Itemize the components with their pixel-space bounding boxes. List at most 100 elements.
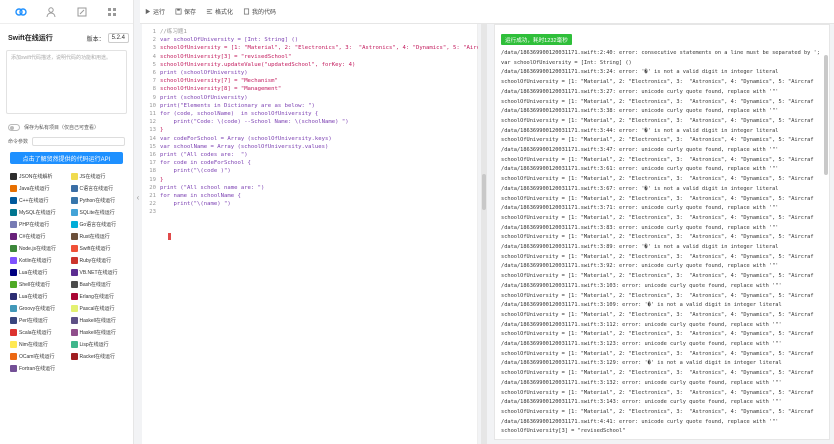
- language-link[interactable]: VB.NET在线运行: [70, 266, 128, 278]
- language-icon: [70, 316, 78, 324]
- output-line: schoolOfUniversity[3] = "revisedSchool": [501, 428, 626, 435]
- description-input[interactable]: 添加swift代码描述，说明代码的功能和用途。: [6, 50, 127, 114]
- language-link[interactable]: Haskell在线运行: [70, 314, 128, 326]
- version-selector[interactable]: 版本： 5.2.4: [87, 33, 129, 43]
- my-code-button[interactable]: 我的代码: [243, 7, 276, 16]
- editor-toolbar: 运行 保存 格式化 我的代码: [140, 0, 834, 24]
- code-line[interactable]: 4 schoolOfUniversity[3] = "revisedSchool": [142, 53, 478, 61]
- code-line[interactable]: 2 var schoolOfUniversity = [Int: String] …: [142, 36, 478, 44]
- code-line[interactable]: 7 schoolOfUniversity[7] = "Mechanism": [142, 77, 478, 85]
- language-link[interactable]: Kotlin在线运行: [10, 254, 67, 266]
- api-info-button[interactable]: 点击了解贸然提供的代码运行API: [10, 152, 123, 164]
- language-label: PHP在线运行: [19, 221, 50, 228]
- language-link[interactable]: Scala在线运行: [10, 326, 67, 338]
- code-line[interactable]: 21 for name in schoolName {: [142, 192, 478, 200]
- language-link[interactable]: Lisp在线运行: [70, 338, 128, 350]
- code-line[interactable]: 6 print (schoolOfUniversity): [142, 69, 478, 77]
- code-line[interactable]: 12 print("Code: \(code) --School Name: \…: [142, 118, 478, 126]
- language-link[interactable]: Groovy在线运行: [10, 302, 67, 314]
- version-value[interactable]: 5.2.4: [107, 33, 129, 43]
- line-number: 14: [149, 135, 156, 142]
- output-line: schoolOfUniversity = [1: "Material", 2: …: [501, 234, 814, 241]
- language-link[interactable]: Go语言在线运行: [70, 218, 128, 230]
- pane-divider[interactable]: [481, 24, 487, 444]
- language-link[interactable]: MySQL在线运行: [10, 206, 67, 218]
- language-link[interactable]: PHP在线运行: [10, 218, 67, 230]
- language-link[interactable]: Node.js在线运行: [10, 242, 67, 254]
- language-link[interactable]: Java在线运行: [10, 182, 67, 194]
- code-line[interactable]: 18 print("\(code )"): [142, 167, 478, 175]
- output-line: /data/186369900120031171.swift:3:38: err…: [501, 108, 779, 115]
- language-link[interactable]: Bash在线运行: [70, 278, 128, 290]
- logo-icon[interactable]: [15, 6, 27, 18]
- command-args-input[interactable]: [32, 136, 125, 146]
- language-icon: [10, 352, 17, 360]
- language-link[interactable]: SQLite在线运行: [70, 206, 128, 218]
- output-line: /data/186369900120031171.swift:3:89: err…: [501, 244, 779, 250]
- command-args-row: 命令参数: [0, 132, 133, 146]
- language-link[interactable]: C++在线运行: [10, 194, 67, 206]
- language-link[interactable]: Haskell在线运行: [70, 326, 128, 338]
- language-link[interactable]: OCaml在线运行: [10, 350, 67, 362]
- code-line[interactable]: 15 var schoolName = Array (schoolOfUniver…: [142, 143, 478, 151]
- language-link[interactable]: Lua在线运行: [10, 290, 67, 302]
- divider-grip[interactable]: [482, 174, 486, 210]
- language-link[interactable]: Lua在线运行: [10, 266, 67, 278]
- sidebar-title-row: Swift在线运行 版本： 5.2.4: [0, 24, 133, 46]
- language-icon: [70, 244, 78, 252]
- output-line: /data/186369900120031171.swift:3:44: err…: [501, 127, 779, 134]
- language-link[interactable]: Shell在线运行: [10, 278, 67, 290]
- code-line[interactable]: 11 for (code, schoolName) in schoolOfUniv…: [142, 110, 478, 118]
- save-button[interactable]: 保存: [175, 7, 196, 16]
- language-link[interactable]: Fortran在线运行: [10, 362, 67, 374]
- language-label: Shell在线运行: [19, 281, 51, 288]
- code-line[interactable]: 5 schoolOfUniversity.updateValue("updated…: [142, 61, 478, 69]
- code-line[interactable]: 3 schoolOfUniversity = [1: "Material", 2:…: [142, 44, 478, 52]
- language-link[interactable]: JS在线运行: [70, 170, 128, 182]
- line-number: 4: [152, 53, 156, 60]
- code-line[interactable]: 23: [142, 208, 478, 216]
- grid-icon[interactable]: [106, 6, 118, 18]
- language-link[interactable]: Swift在线运行: [70, 242, 128, 254]
- code-line[interactable]: 9 print (schoolOfUniversity): [142, 94, 478, 102]
- language-link[interactable]: Erlang在线运行: [70, 290, 128, 302]
- language-link[interactable]: Pascal在线运行: [70, 302, 128, 314]
- language-link[interactable]: C语言在线运行: [70, 182, 128, 194]
- code-line[interactable]: 14 var codeForSchool = Array (schoolOfUni…: [142, 135, 478, 143]
- run-status-badge: 运行成功，耗时1232毫秒: [501, 34, 572, 45]
- private-toggle[interactable]: [8, 123, 20, 131]
- code-line[interactable]: 19}: [142, 176, 478, 184]
- language-link[interactable]: JSON在线解析: [10, 170, 67, 182]
- language-label: C语言在线运行: [79, 185, 114, 192]
- output-line: schoolOfUniversity = [1: "Material", 2: …: [501, 408, 814, 415]
- run-label: 运行: [153, 10, 166, 16]
- code-editor[interactable]: 1 //练习题1 2 var schoolOfUniversity = [Int: S…: [142, 24, 478, 444]
- language-link[interactable]: C#在线运行: [10, 230, 67, 242]
- edit-icon[interactable]: [76, 6, 88, 18]
- code-line[interactable]: 17 for code in codeForSchool {: [142, 159, 478, 167]
- code-line[interactable]: 13}: [142, 126, 478, 134]
- code-line[interactable]: 10 print("Elements in Dictionary are as b…: [142, 102, 478, 110]
- output-line: var schoolOfUniversity = [Int: String] (…: [501, 59, 632, 66]
- language-link[interactable]: Ruby在线运行: [70, 254, 128, 266]
- collapse-sidebar-icon[interactable]: ‹: [134, 190, 142, 204]
- output-scrollbar[interactable]: [824, 55, 828, 175]
- code-line[interactable]: 20 print ("All school name are: "): [142, 184, 478, 192]
- code-line[interactable]: 16 print ("All codes are: "): [142, 151, 478, 159]
- code-line[interactable]: 1 //练习题1: [142, 28, 478, 36]
- language-label: Fortran在线运行: [19, 365, 56, 372]
- language-link[interactable]: Nim在线运行: [10, 338, 67, 350]
- language-link[interactable]: Rust在线运行: [70, 230, 128, 242]
- my-code-label: 我的代码: [252, 10, 277, 16]
- code-line[interactable]: 22 print("\(name) "): [142, 200, 478, 208]
- language-link[interactable]: Racket在线运行: [70, 350, 128, 362]
- language-link[interactable]: Perl在线运行: [10, 314, 67, 326]
- run-button[interactable]: 运行: [144, 7, 165, 16]
- output-line: /data/186369900120031171.swift:3:112: er…: [501, 321, 782, 328]
- language-link[interactable]: Python在线运行: [70, 194, 128, 206]
- user-icon[interactable]: [45, 6, 57, 18]
- code-line[interactable]: 8 schoolOfUniversity[8] = "Management": [142, 85, 478, 93]
- output-line: /data/186369900120031171.swift:3:132: er…: [501, 379, 782, 386]
- format-button[interactable]: 格式化: [206, 7, 233, 16]
- code-text: print("Code: \(code) --School Name: \(sc…: [160, 119, 349, 126]
